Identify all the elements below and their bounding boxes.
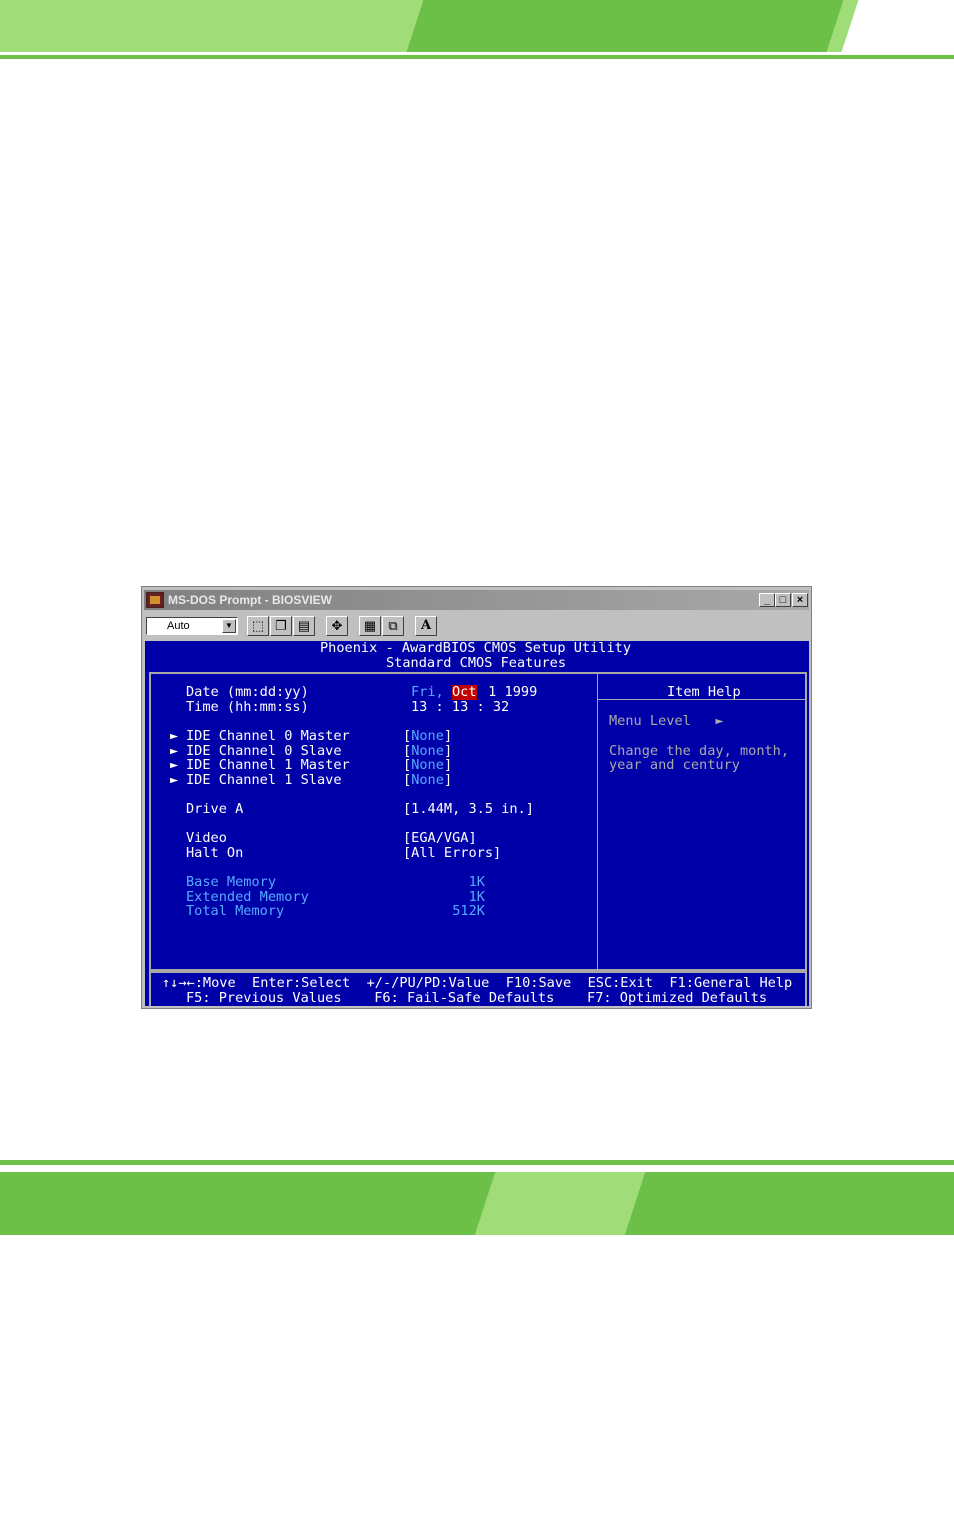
font-size-value: Auto bbox=[167, 620, 190, 632]
total-memory-value: 512K bbox=[452, 903, 485, 919]
ide-item-value[interactable]: [None] bbox=[403, 758, 452, 773]
submenu-arrow-icon: ► bbox=[170, 757, 179, 773]
window-title: MS-DOS Prompt - BIOSVIEW bbox=[168, 593, 333, 607]
properties-icon[interactable]: ▦ bbox=[359, 616, 381, 636]
background-icon[interactable]: ⧉ bbox=[382, 616, 404, 636]
window-toolbar: Auto ▼ ⬚ ❐ ▤ ✥ ▦ ⧉ A bbox=[144, 614, 809, 638]
page-header-rule bbox=[0, 55, 954, 59]
time-value[interactable]: 13 : 13 : 32 bbox=[411, 700, 509, 715]
page-header-band bbox=[0, 0, 954, 52]
ide-item-label[interactable]: IDE Channel 1 Master bbox=[186, 758, 350, 773]
date-month-field[interactable]: Oct bbox=[452, 685, 477, 700]
msdos-window: MS-DOS Prompt - BIOSVIEW _ □ × Auto ▼ ⬚ … bbox=[141, 586, 812, 1009]
bios-key-legend-line2: F5: Previous Values F6: Fail-Safe Defaul… bbox=[186, 990, 768, 1006]
maximize-button[interactable]: □ bbox=[775, 593, 791, 607]
close-button[interactable]: × bbox=[792, 593, 808, 607]
copy-icon[interactable]: ❐ bbox=[270, 616, 292, 636]
chevron-down-icon[interactable]: ▼ bbox=[222, 619, 236, 633]
font-size-dropdown[interactable]: Auto ▼ bbox=[146, 617, 238, 635]
page-footer-band bbox=[0, 1172, 954, 1235]
page-footer-accent bbox=[474, 1172, 646, 1235]
help-text-line2: year and century bbox=[609, 757, 740, 773]
halt-on-label: Halt On bbox=[186, 845, 244, 861]
paste-icon[interactable]: ▤ bbox=[293, 616, 315, 636]
base-memory-label: Base Memory bbox=[186, 874, 277, 890]
date-day-year[interactable]: 1 1999 bbox=[480, 685, 537, 700]
page-header-accent bbox=[406, 0, 844, 52]
item-help-title: Item Help bbox=[667, 684, 741, 700]
mark-icon[interactable]: ⬚ bbox=[247, 616, 269, 636]
bios-header-subtitle: Standard CMOS Features bbox=[386, 655, 567, 671]
halt-on-value[interactable]: [All Errors] bbox=[403, 846, 501, 861]
ide-item-value[interactable]: [None] bbox=[403, 729, 452, 744]
drive-a-label: Drive A bbox=[186, 801, 244, 817]
full-screen-icon[interactable]: ✥ bbox=[326, 616, 348, 636]
menu-level-label: Menu Level ► bbox=[609, 713, 724, 729]
time-label: Time (hh:mm:ss) bbox=[186, 699, 309, 715]
date-label: Date (mm:dd:yy) bbox=[186, 684, 309, 700]
page-footer-rule bbox=[0, 1160, 954, 1165]
font-button[interactable]: A bbox=[415, 616, 437, 636]
bios-header-title: Phoenix - AwardBIOS CMOS Setup Utility bbox=[320, 640, 631, 656]
ide-item-value[interactable]: [None] bbox=[403, 773, 452, 788]
bios-key-legend-line1: ↑↓→←:Move Enter:Select +/-/PU/PD:Value F… bbox=[162, 975, 793, 991]
ide-item-label[interactable]: IDE Channel 1 Slave bbox=[186, 773, 342, 788]
base-memory-value: 1K bbox=[468, 874, 485, 890]
drive-a-value[interactable]: [1.44M, 3.5 in.] bbox=[403, 802, 534, 817]
ide-item-label[interactable]: IDE Channel 0 Master bbox=[186, 729, 350, 744]
video-label: Video bbox=[186, 830, 227, 846]
submenu-arrow-icon: ► bbox=[170, 728, 179, 744]
page-header-corner bbox=[841, 0, 954, 52]
total-memory-label: Total Memory bbox=[186, 903, 285, 919]
date-day: Fri, bbox=[411, 684, 444, 700]
window-titlebar[interactable]: MS-DOS Prompt - BIOSVIEW _ □ × bbox=[144, 590, 809, 610]
minimize-button[interactable]: _ bbox=[759, 593, 775, 607]
msdos-app-icon[interactable] bbox=[146, 592, 164, 608]
bios-help-divider bbox=[597, 674, 598, 969]
bios-screen: Phoenix - AwardBIOS CMOS Setup Utility S… bbox=[145, 641, 809, 1006]
submenu-arrow-icon: ► bbox=[170, 772, 179, 788]
video-value[interactable]: [EGA/VGA] bbox=[403, 831, 477, 846]
